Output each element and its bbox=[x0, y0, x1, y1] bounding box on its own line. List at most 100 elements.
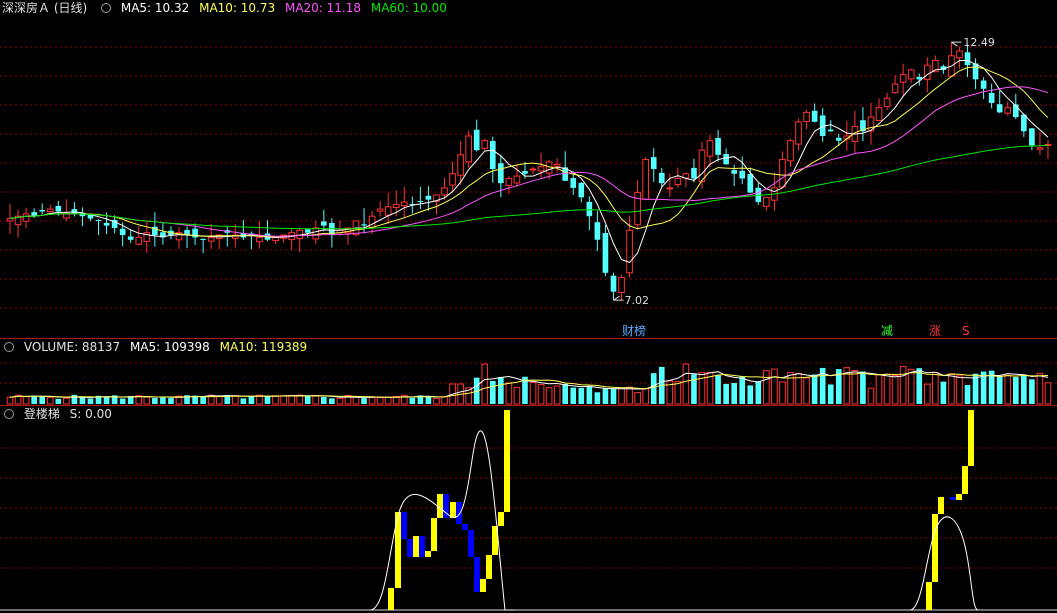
indicator-rise-bar bbox=[425, 551, 431, 557]
volume-bar bbox=[79, 397, 86, 404]
indicator-rise-bar bbox=[498, 512, 504, 526]
indicator-rise-bar bbox=[962, 466, 968, 494]
candle-body bbox=[135, 236, 143, 245]
candle-body bbox=[698, 149, 706, 182]
volume-bar bbox=[409, 397, 416, 404]
high-label: 12.49 bbox=[963, 36, 995, 49]
candle-body bbox=[610, 275, 617, 292]
candle-body bbox=[964, 52, 971, 66]
candle-body bbox=[691, 167, 697, 179]
candle-body bbox=[127, 236, 134, 240]
candle-body bbox=[972, 63, 979, 80]
volume-bar bbox=[240, 398, 247, 404]
candle-body bbox=[465, 135, 472, 163]
candle-body bbox=[304, 229, 311, 233]
candle-body bbox=[747, 173, 754, 193]
candle-body bbox=[731, 170, 737, 174]
volume-bar bbox=[498, 377, 504, 404]
event-marker-zhang: 涨 bbox=[929, 323, 941, 338]
collapse-icon[interactable] bbox=[4, 409, 14, 419]
stock-title: 深深房Ａ (日线) bbox=[2, 1, 88, 15]
indicator-rise-bar bbox=[450, 502, 456, 518]
candle-body bbox=[907, 69, 915, 80]
candle-body bbox=[392, 203, 400, 208]
volume-panel[interactable]: VOLUME: 88137 MA5: 109398 MA10: 119389 bbox=[0, 339, 1057, 405]
event-marker-cai: 财榜 bbox=[622, 323, 646, 338]
candle-body bbox=[779, 159, 786, 188]
candle-body bbox=[1029, 128, 1035, 146]
volume-bar bbox=[553, 385, 561, 405]
candle-body bbox=[489, 141, 496, 169]
volume-bar bbox=[618, 387, 625, 405]
candle-body bbox=[498, 163, 504, 184]
candle-body bbox=[827, 129, 834, 132]
indicator-panel[interactable]: 登楼梯 S: 0.00 bbox=[0, 406, 1057, 613]
volume-bar bbox=[160, 397, 166, 404]
volume-bar bbox=[22, 396, 30, 405]
indicator-rise-bar bbox=[956, 494, 962, 500]
volume-bar bbox=[1044, 382, 1052, 405]
volume-bar bbox=[723, 383, 729, 404]
volume-bar bbox=[763, 370, 770, 405]
price-panel[interactable]: 12.49 7.02 财榜 减 涨 S 深深房Ａ (日线) MA5: 10.32 MA10… bbox=[0, 0, 1057, 338]
volume-bar bbox=[891, 375, 899, 405]
candle-body bbox=[361, 224, 367, 226]
indicator-fall-bar bbox=[462, 524, 468, 530]
candle-body bbox=[321, 221, 327, 226]
candle-body bbox=[787, 140, 794, 162]
volume-bar bbox=[505, 382, 513, 405]
candle-body bbox=[594, 222, 601, 240]
candle-body bbox=[473, 129, 480, 151]
volume-bar bbox=[31, 395, 37, 404]
indicator-rise-bar bbox=[388, 588, 394, 610]
candle-body bbox=[200, 238, 206, 240]
volume-bar bbox=[779, 381, 786, 405]
indicator-chart[interactable] bbox=[0, 406, 1057, 613]
candle-body bbox=[63, 213, 70, 219]
candle-body bbox=[22, 213, 30, 222]
volume-bar bbox=[771, 368, 778, 405]
candle-body bbox=[312, 227, 320, 240]
candle-body bbox=[811, 110, 818, 122]
volume-bar bbox=[570, 387, 577, 404]
collapse-icon[interactable] bbox=[101, 3, 112, 13]
ma60-legend: MA60: 10.00 bbox=[370, 1, 447, 15]
candle-body bbox=[457, 154, 464, 176]
candle-body bbox=[988, 92, 995, 103]
volume-bar bbox=[1012, 377, 1019, 404]
candle-body bbox=[95, 219, 102, 221]
indicator-rise-bar bbox=[486, 555, 492, 579]
volume-bar bbox=[642, 388, 649, 405]
candle-body bbox=[481, 140, 489, 149]
volume-bar bbox=[682, 363, 690, 405]
price-header: 深深房Ａ (日线) MA5: 10.32 MA10: 10.73 MA20: 1… bbox=[0, 0, 453, 16]
volume-bar bbox=[71, 394, 78, 404]
indicator-rise-bar bbox=[504, 410, 510, 512]
volume-bar bbox=[907, 368, 915, 405]
indicator-name: 登楼梯 bbox=[23, 407, 60, 421]
indicator-rise-bar bbox=[932, 514, 938, 582]
volume-bar bbox=[1004, 374, 1012, 405]
indicator-fall-bar bbox=[456, 502, 462, 524]
candlestick-chart[interactable]: 12.49 7.02 财榜 减 涨 S bbox=[0, 0, 1057, 338]
candle-body bbox=[626, 229, 633, 274]
candle-body bbox=[795, 121, 802, 145]
volume-bar bbox=[63, 397, 70, 405]
volume-bar bbox=[739, 376, 746, 404]
collapse-icon[interactable] bbox=[4, 342, 14, 352]
indicator-rise-bar bbox=[938, 497, 944, 514]
volume-bar bbox=[594, 392, 601, 404]
volume-bar bbox=[827, 384, 834, 404]
candle-body bbox=[899, 74, 907, 83]
ma60-line bbox=[9, 144, 1049, 230]
volume-bar bbox=[529, 382, 537, 405]
volume-bar bbox=[634, 392, 641, 405]
volume-bar bbox=[55, 398, 62, 404]
candle-body bbox=[883, 97, 891, 108]
volume-bar bbox=[312, 395, 320, 405]
volume-bar bbox=[384, 396, 392, 405]
volume-bar bbox=[441, 396, 448, 405]
volume-bar bbox=[264, 395, 271, 404]
volume-bar bbox=[731, 383, 737, 404]
candle-body bbox=[119, 228, 126, 236]
